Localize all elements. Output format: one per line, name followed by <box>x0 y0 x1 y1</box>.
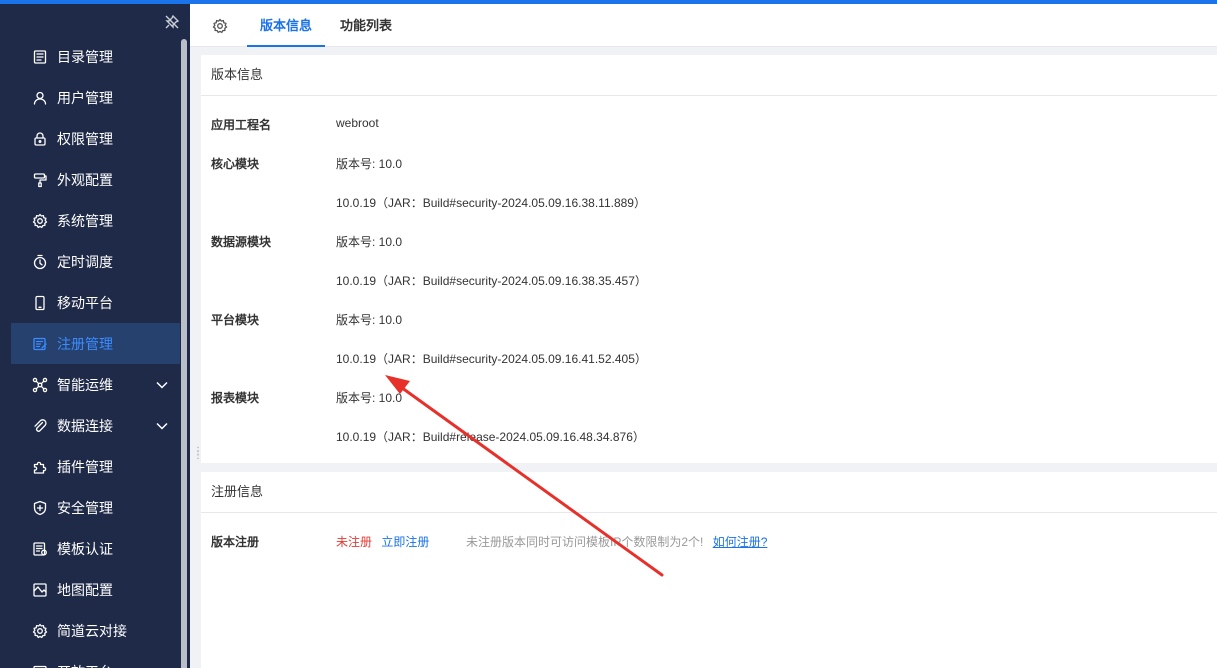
sidebar-item-label: 开放平台 <box>57 662 113 668</box>
sidebar-item-10[interactable]: 插件管理 <box>0 446 180 487</box>
version-info-panel: 版本信息 应用工程名 webroot 核心模块 版本号: 10.0 10.0.1… <box>201 55 1217 463</box>
register-icon <box>32 336 48 352</box>
sidebar-item-11[interactable]: 安全管理 <box>0 487 180 528</box>
sidebar-item-8[interactable]: 智能运维 <box>0 364 180 405</box>
platform-module-label: 平台模块 <box>211 313 260 327</box>
sidebar-item-label: 插件管理 <box>57 458 113 475</box>
chevron-down-icon[interactable] <box>155 378 169 392</box>
register-now-link[interactable]: 立即注册 <box>381 535 429 549</box>
sidebar-item-9[interactable]: 数据连接 <box>0 405 180 446</box>
sidebar-item-label: 系统管理 <box>57 212 113 229</box>
core-module-label: 核心模块 <box>211 157 260 171</box>
shield-icon <box>32 500 48 516</box>
register-panel-title: 注册信息 <box>201 472 1217 513</box>
sidebar-item-6[interactable]: 移动平台 <box>0 282 180 323</box>
sidebar-item-2[interactable]: 权限管理 <box>0 118 180 159</box>
settings-gear-icon[interactable] <box>212 18 228 34</box>
sidebar-item-13[interactable]: 地图配置 <box>0 569 180 610</box>
template-icon <box>32 541 48 557</box>
core-module-build: 10.0.19（JAR：Build#security-2024.05.09.16… <box>336 196 646 210</box>
report-module-build: 10.0.19（JAR：Build#release-2024.05.09.16.… <box>336 430 645 444</box>
puzzle-icon <box>32 459 48 475</box>
platform-module-build: 10.0.19（JAR：Build#security-2024.05.09.16… <box>336 352 647 366</box>
app-name-value: webroot <box>336 116 379 130</box>
resize-handle-icon[interactable]: ⋮ ⋮ <box>193 447 203 464</box>
sidebar-item-1[interactable]: 用户管理 <box>0 77 180 118</box>
timer-icon <box>32 254 48 270</box>
sidebar-item-4[interactable]: 系统管理 <box>0 200 180 241</box>
sidebar-item-7[interactable]: 注册管理 <box>11 323 180 364</box>
register-info-panel: 注册信息 版本注册 未注册 立即注册 未注册版本同时可访问模板IP个数限制为2个… <box>201 472 1217 668</box>
pin-icon[interactable] <box>164 14 180 30</box>
link-icon <box>32 418 48 434</box>
sidebar-item-label: 数据连接 <box>57 417 113 434</box>
gear-icon <box>32 213 48 229</box>
sidebar-item-label: 模板认证 <box>57 540 113 557</box>
core-module-version: 版本号: 10.0 <box>336 157 403 171</box>
sidebar-item-label: 移动平台 <box>57 294 113 311</box>
sidebar-item-label: 安全管理 <box>57 499 113 516</box>
datasource-module-build: 10.0.19（JAR：Build#security-2024.05.09.16… <box>336 274 647 288</box>
mobile-icon <box>32 295 48 311</box>
app-name-label: 应用工程名 <box>211 118 272 132</box>
sidebar-item-label: 外观配置 <box>57 171 113 188</box>
chevron-down-icon[interactable] <box>155 419 169 433</box>
version-register-label: 版本注册 <box>211 535 260 549</box>
sidebar-item-label: 用户管理 <box>57 89 113 106</box>
sidebar-item-12[interactable]: 模板认证 <box>0 528 180 569</box>
register-tip-group: 未注册版本同时可访问模板IP个数限制为2个! 如何注册? <box>466 533 767 550</box>
sidebar-item-label: 目录管理 <box>57 48 113 65</box>
tab-version-info[interactable]: 版本信息 <box>247 4 325 47</box>
sidebar-item-5[interactable]: 定时调度 <box>0 241 180 282</box>
catalog-icon <box>32 49 48 65</box>
how-to-register-link[interactable]: 如何注册? <box>713 535 768 549</box>
sidebar-item-label: 简道云对接 <box>57 622 127 639</box>
sidebar-scrollbar[interactable] <box>181 39 187 668</box>
lock-icon <box>32 131 48 147</box>
gear-icon <box>32 623 48 639</box>
sidebar-item-3[interactable]: 外观配置 <box>0 159 180 200</box>
report-module-version: 版本号: 10.0 <box>336 391 403 405</box>
paint-roller-icon <box>32 172 48 188</box>
platform-icon <box>32 664 48 668</box>
datasource-module-label: 数据源模块 <box>211 235 272 249</box>
sidebar: 目录管理用户管理权限管理外观配置系统管理定时调度移动平台注册管理智能运维数据连接… <box>0 4 190 668</box>
user-icon <box>32 90 48 106</box>
register-status: 未注册 <box>336 535 373 549</box>
sidebar-item-label: 地图配置 <box>57 581 113 598</box>
tab-header: 版本信息 功能列表 <box>190 4 1217 47</box>
version-panel-title: 版本信息 <box>201 55 1217 96</box>
network-icon <box>32 377 48 393</box>
sidebar-item-14[interactable]: 简道云对接 <box>0 610 180 651</box>
sidebar-item-0[interactable]: 目录管理 <box>0 36 180 77</box>
map-icon <box>32 582 48 598</box>
sidebar-item-label: 智能运维 <box>57 376 113 393</box>
register-status-group: 未注册 立即注册 <box>336 533 429 550</box>
sidebar-menu: 目录管理用户管理权限管理外观配置系统管理定时调度移动平台注册管理智能运维数据连接… <box>0 36 180 668</box>
tab-feature-list[interactable]: 功能列表 <box>340 4 392 47</box>
sidebar-item-label: 注册管理 <box>57 335 113 352</box>
datasource-module-version: 版本号: 10.0 <box>336 235 403 249</box>
register-tip-text: 未注册版本同时可访问模板IP个数限制为2个! <box>466 535 704 549</box>
report-module-label: 报表模块 <box>211 391 260 405</box>
sidebar-item-15[interactable]: 开放平台 <box>0 651 180 668</box>
platform-module-version: 版本号: 10.0 <box>336 313 403 327</box>
sidebar-item-label: 权限管理 <box>57 130 113 147</box>
sidebar-item-label: 定时调度 <box>57 253 113 270</box>
